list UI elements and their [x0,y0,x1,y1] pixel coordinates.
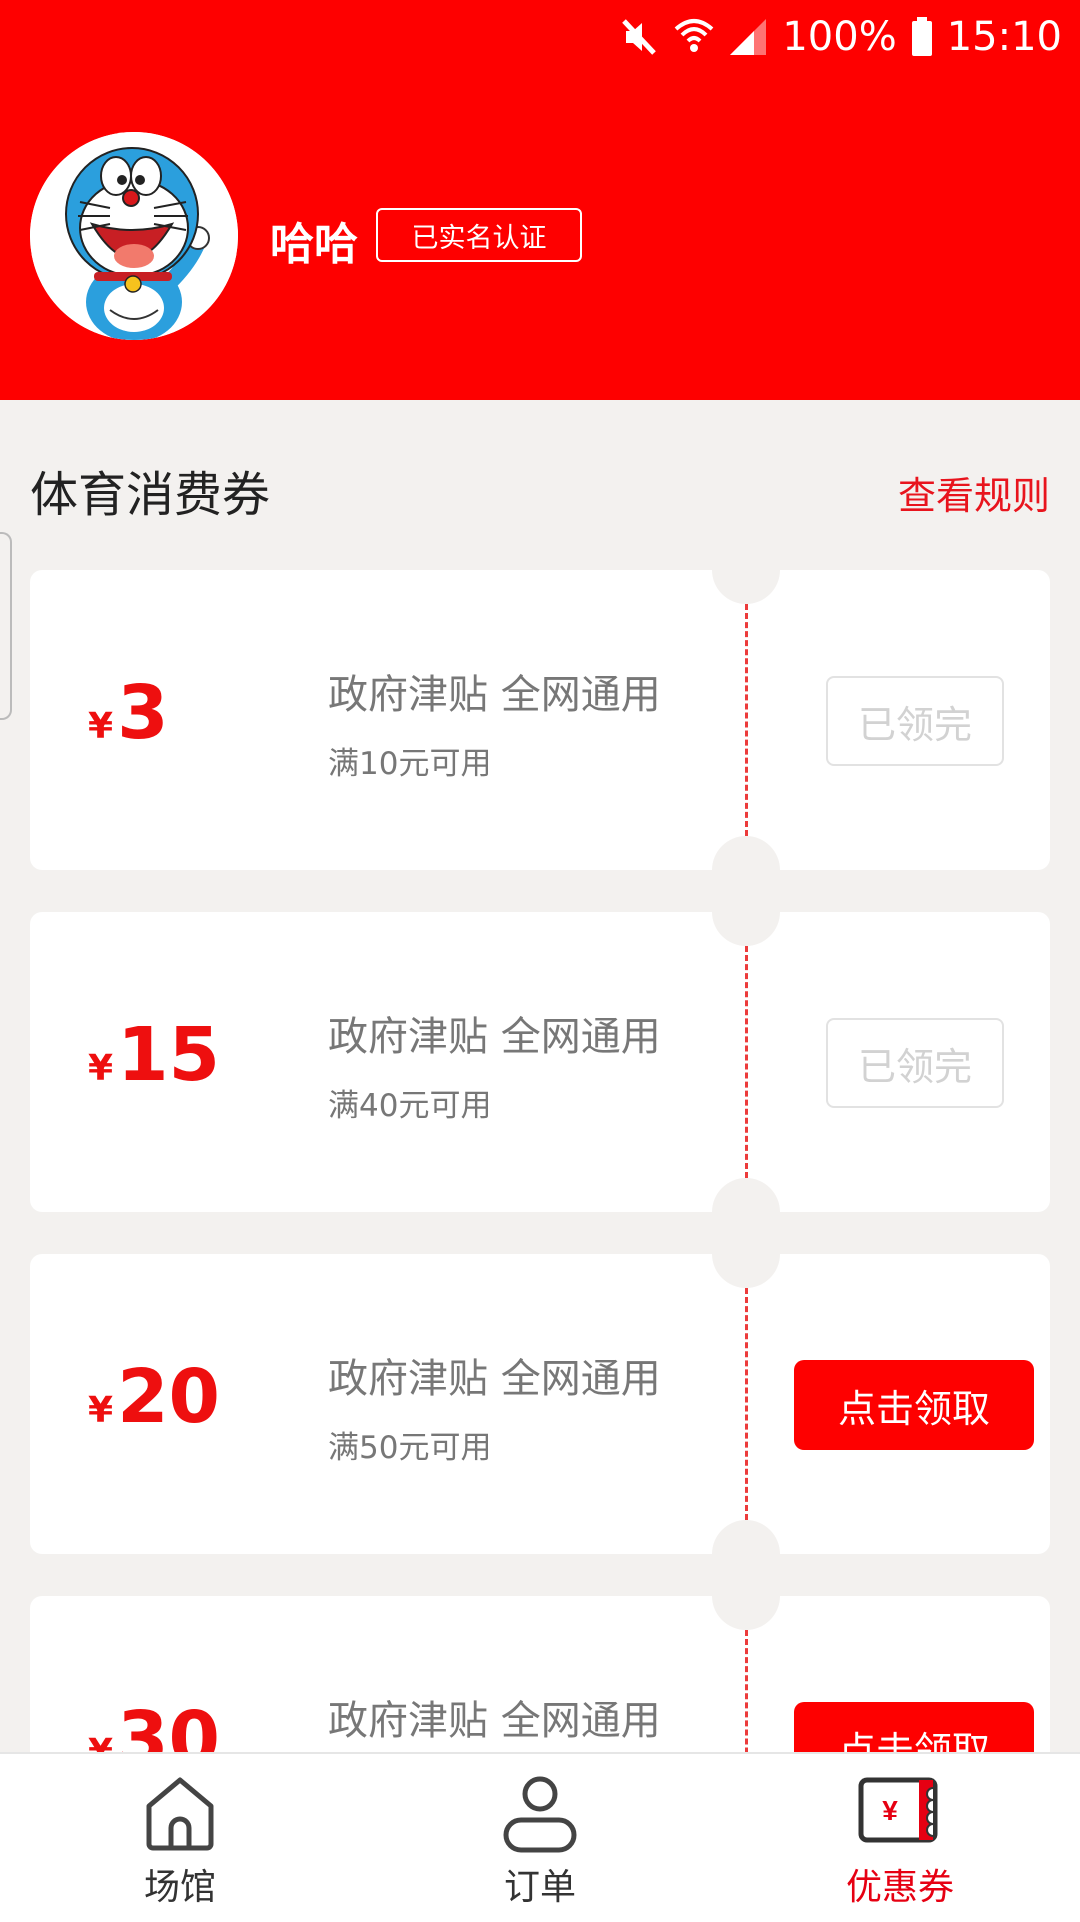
signal-icon [728,17,768,57]
coupon-amount: 20 [117,1354,221,1440]
currency-symbol: ¥ [88,706,114,747]
ticket-notch [712,1220,780,1288]
coupon-icon: ¥ [857,1774,943,1850]
coupon-card: ¥ 15 政府津贴 全网通用 满40元可用 已领完 [30,878,1050,1246]
wifi-icon [674,15,714,59]
coupon-amount: 15 [117,1012,221,1098]
clock: 15:10 [946,14,1062,60]
coupon-list[interactable]: ¥ 3 政府津贴 全网通用 满10元可用 已领完 ¥ 15 政府津贴 全网通用 … [30,570,1050,1755]
ticket-notch [712,878,780,946]
verify-badge: 已实名认证 [376,208,582,262]
coupon-card: ¥ 20 政府津贴 全网通用 满50元可用 点击领取 [30,1220,1050,1588]
claim-coupon-button[interactable]: 点击领取 [794,1360,1034,1450]
user-icon [501,1774,579,1858]
currency-symbol: ¥ [88,1390,114,1431]
currency-symbol: ¥ [88,1048,114,1089]
dashed-divider [745,1288,748,1520]
claimed-out-button: 已领完 [826,676,1004,766]
mute-icon [620,17,660,57]
dashed-divider [745,946,748,1178]
coupon-condition: 满10元可用 [328,746,492,782]
coupon-description: 政府津贴 全网通用 [328,1698,661,1744]
profile-header: 100% 15:10 哈哈 已实名认证 [0,0,1080,400]
coupon-description: 政府津贴 全网通用 [328,1356,661,1402]
nav-label: 订单 [503,1867,576,1908]
home-icon [143,1774,217,1856]
status-bar: 100% 15:10 [620,12,1062,62]
nav-item-venues[interactable]: 场馆 [0,1754,360,1922]
coupon-condition: 满40元可用 [328,1088,492,1124]
coupon-card: ¥ 3 政府津贴 全网通用 满10元可用 已领完 [30,570,1050,904]
nav-label: 优惠券 [845,1867,954,1908]
coupon-card: ¥ 30 政府津贴 全网通用 点击领取 [30,1562,1050,1755]
dashed-divider [745,604,748,836]
coupon-description: 政府津贴 全网通用 [328,672,661,718]
battery-icon [911,17,933,57]
battery-percent: 100% [782,14,897,60]
nav-item-orders[interactable]: 订单 [360,1754,720,1922]
bottom-nav: 场馆 订单 ¥ 优惠券 [0,1752,1080,1922]
nav-label: 场馆 [143,1867,216,1908]
ticket-notch [712,1562,780,1630]
view-rules-link[interactable]: 查看规则 [898,465,1050,520]
doraemon-avatar-image [30,132,238,340]
coupon-condition: 满50元可用 [328,1430,492,1466]
ticket-notch [712,570,780,604]
avatar[interactable] [30,132,238,340]
dashed-divider [745,1630,748,1755]
coupon-price: ¥ 20 [88,1354,220,1440]
coupon-amount: 30 [117,1696,221,1755]
coupon-price: ¥ 15 [88,1012,220,1098]
claimed-out-button: 已领完 [826,1018,1004,1108]
user-name: 哈哈 [270,219,358,270]
nav-item-coupons[interactable]: ¥ 优惠券 [720,1754,1080,1922]
claim-coupon-button[interactable]: 点击领取 [794,1702,1034,1755]
coupon-amount: 3 [117,670,169,756]
section-title: 体育消费券 [30,467,271,523]
svg-text:¥: ¥ [882,1795,898,1826]
side-drawer-handle[interactable] [0,532,12,720]
coupon-price: ¥ 3 [88,670,169,756]
coupon-price: ¥ 30 [88,1696,220,1755]
coupon-description: 政府津贴 全网通用 [328,1014,661,1060]
